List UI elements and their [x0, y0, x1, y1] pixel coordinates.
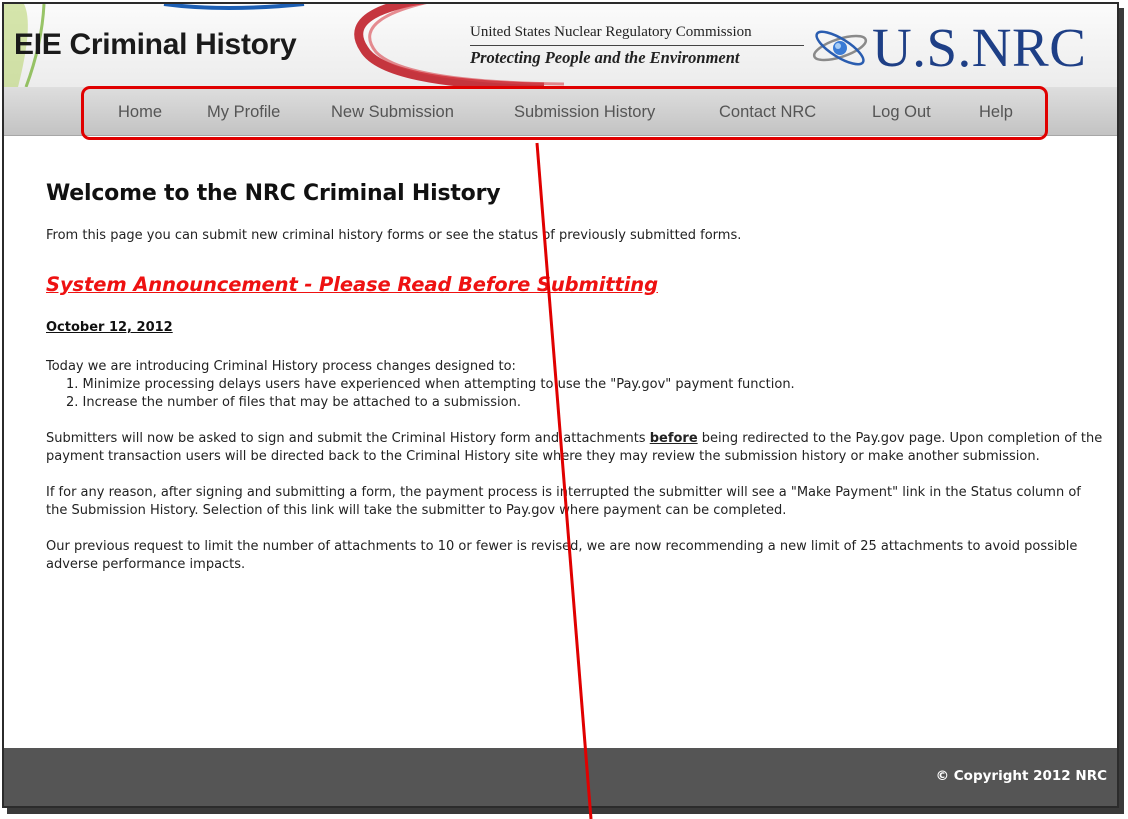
nav-new-submission[interactable]: New Submission [331, 103, 454, 122]
announcement-paragraph-2: Submitters will now be asked to sign and… [46, 430, 1106, 466]
announcement-date: October 12, 2012 [46, 320, 173, 335]
system-announcement-link[interactable]: System Announcement - Please Read Before… [46, 273, 1106, 296]
list-item: 1. Minimize processing delays users have… [66, 377, 795, 392]
agency-divider [470, 45, 804, 46]
main-content: Welcome to the NRC Criminal History From… [46, 181, 1106, 574]
change-list: 1. Minimize processing delays users have… [46, 376, 1106, 412]
page-title: Welcome to the NRC Criminal History [46, 181, 501, 206]
app-title: EIE Criminal History [14, 28, 297, 61]
announcement-paragraph-1: Today we are introducing Criminal Histor… [46, 359, 516, 374]
main-nav: Home My Profile New Submission Submissio… [4, 87, 1117, 136]
atom-logo-icon [812, 30, 868, 66]
nav-help[interactable]: Help [979, 103, 1013, 122]
paragraph-2-start: Submitters will now be asked to sign and… [46, 431, 650, 446]
agency-tagline: Protecting People and the Environment [470, 48, 740, 67]
page-footer: © Copyright 2012 NRC [4, 748, 1117, 806]
nav-my-profile[interactable]: My Profile [207, 103, 280, 122]
announcement-paragraph-3: If for any reason, after signing and sub… [46, 485, 1081, 518]
copyright-text: © Copyright 2012 NRC [935, 768, 1107, 784]
paragraph-2-emphasis: before [649, 431, 698, 446]
nav-log-out[interactable]: Log Out [872, 103, 931, 122]
nav-home[interactable]: Home [118, 103, 162, 122]
agency-block: United States Nuclear Regulatory Commiss… [470, 24, 804, 68]
nrc-logo-text: U.S.NRC [872, 17, 1087, 78]
intro-text: From this page you can submit new crimin… [46, 228, 742, 243]
nav-submission-history[interactable]: Submission History [514, 103, 655, 122]
header-banner: EIE Criminal History United States Nucle… [4, 4, 1117, 87]
nav-contact-nrc[interactable]: Contact NRC [719, 103, 816, 122]
agency-name: United States Nuclear Regulatory Commiss… [470, 24, 752, 40]
announcement-paragraph-4: Our previous request to limit the number… [46, 539, 1078, 572]
list-item: 2. Increase the number of files that may… [66, 395, 521, 410]
